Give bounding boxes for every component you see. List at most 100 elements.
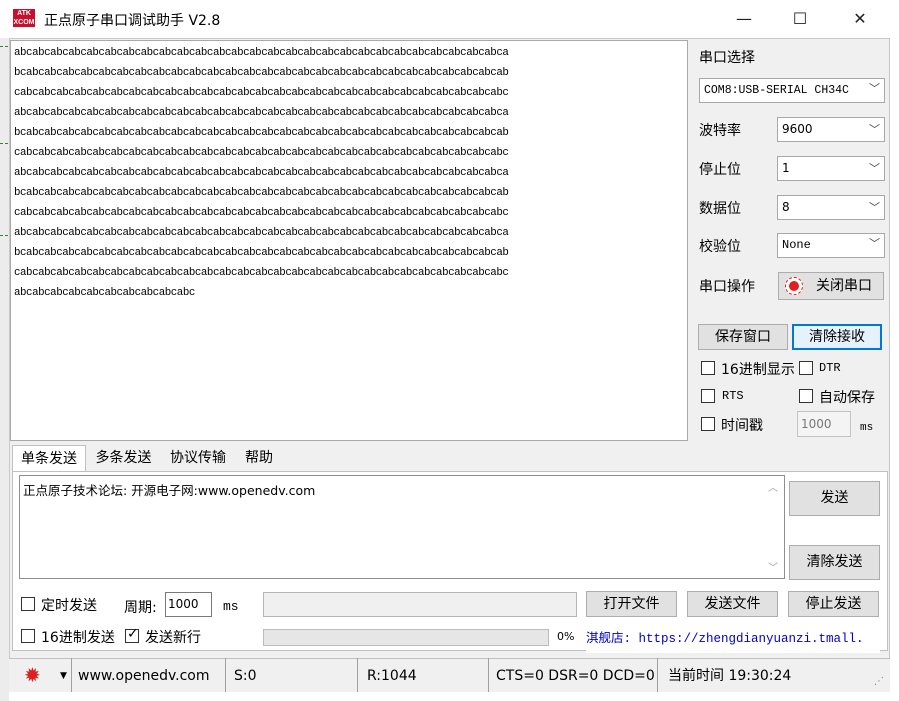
parity-label: 校验位 [699, 239, 741, 255]
shop-link[interactable]: 淇舰店: https://zhengdianyuanzi.tmall. [586, 627, 880, 653]
receive-line: abcabcabcabcabcabcabcabcabcabcabcabcabca… [14, 167, 509, 179]
parity-select[interactable]: None ﹀ [777, 233, 885, 258]
receive-line: bcabcabcabcabcabcabcabcabcabcabcabcabcab… [14, 187, 509, 199]
stop-send-label: 停止发送 [805, 596, 862, 612]
status-sent-count: S:0 [232, 658, 358, 692]
open-file-button[interactable]: 打开文件 [586, 591, 677, 617]
minimize-button[interactable]: — [721, 0, 767, 38]
data-bits-value: 8 [782, 200, 790, 214]
port-operation-label: 串口操作 [699, 279, 755, 295]
rts-checkbox[interactable] [701, 389, 715, 403]
save-window-button[interactable]: 保存窗口 [698, 324, 788, 350]
hex-send-checkbox[interactable] [21, 629, 35, 643]
status-lines: CTS=0 DSR=0 DCD=0 [494, 658, 658, 692]
tab-protocol[interactable]: 协议传输 [162, 445, 234, 472]
send-newline-checkbox[interactable] [125, 626, 139, 643]
timestamp-label: 时间戳 [721, 418, 763, 434]
data-bits-select[interactable]: 8 ﹀ [777, 195, 885, 220]
receive-line: abcabcabcabcabcabcabcabcabcabcabcabcabca… [14, 47, 509, 59]
chevron-down-icon: ﹀ [869, 123, 880, 136]
settings-menu[interactable]: ✹ ▼ [12, 658, 72, 692]
edge-mark [0, 235, 8, 236]
dtr-checkbox[interactable] [799, 361, 813, 375]
send-label: 发送 [820, 490, 849, 506]
timestamp-unit: ms [860, 422, 874, 434]
close-port-button[interactable]: 关闭串口 [778, 272, 884, 300]
chevron-down-icon: ﹀ [867, 79, 880, 102]
receive-line: cabcabcabcabcabcabcabcabcabcabcabcabcabc… [14, 207, 509, 219]
minimize-icon: — [736, 9, 752, 28]
status-received-count: R:1044 [365, 658, 489, 692]
timestamp-checkbox[interactable] [701, 417, 715, 431]
port-select-label: 串口选择 [699, 50, 755, 66]
auto-save-label: 自动保存 [819, 390, 875, 406]
receive-line: abcabcabcabcabcabcabcabcabcabc [14, 287, 195, 299]
app-logo-icon: ATK XCOM [13, 9, 35, 27]
maximize-button[interactable]: ☐ [777, 0, 823, 38]
timestamp-input[interactable]: 1000 [797, 411, 851, 437]
send-progress-text: 0% [557, 630, 575, 643]
logo-text-top: ATK [17, 10, 31, 17]
resize-grip-icon[interactable]: ⋰ [874, 676, 884, 687]
port-select[interactable]: COM8:USB-SERIAL CH34C ﹀ [699, 78, 885, 103]
chevron-down-icon: ﹀ [869, 162, 880, 175]
tab-multi-send[interactable]: 多条发送 [88, 445, 159, 472]
stop-bits-label: 停止位 [699, 162, 741, 178]
parity-value: None [782, 238, 811, 252]
chevron-down-icon: ﹀ [869, 239, 880, 251]
open-file-label: 打开文件 [603, 596, 660, 612]
scroll-down-icon[interactable]: ﹀ [768, 559, 778, 574]
clear-receive-button[interactable]: 清除接收 [792, 324, 882, 350]
scroll-up-icon[interactable]: ︿ [768, 479, 778, 494]
receive-textarea[interactable]: abcabcabcabcabcabcabcabcabcabcabcabcabca… [10, 40, 688, 441]
period-unit: ms [223, 599, 239, 614]
period-input[interactable]: 1000 [165, 592, 212, 617]
edge-mark [0, 46, 8, 47]
file-path-input[interactable] [263, 592, 577, 617]
status-website[interactable]: www.openedv.com [76, 658, 226, 692]
record-icon [785, 277, 803, 295]
gear-icon: ✹ [24, 663, 41, 687]
port-select-value: COM8:USB-SERIAL CH34C [704, 84, 849, 97]
send-file-label: 发送文件 [704, 596, 761, 612]
edge-mark [0, 143, 8, 144]
dropdown-arrow-icon: ▼ [60, 671, 67, 681]
receive-line: cabcabcabcabcabcabcabcabcabcabcabcabcabc… [14, 267, 509, 279]
receive-line: cabcabcabcabcabcabcabcabcabcabcabcabcabc… [14, 147, 509, 159]
timed-send-label: 定时发送 [41, 598, 97, 614]
baud-rate-select[interactable]: 9600 ﹀ [777, 117, 885, 142]
timed-send-checkbox[interactable] [21, 597, 35, 611]
close-button[interactable]: ✕ [837, 0, 883, 38]
tab-help[interactable]: 帮助 [236, 445, 282, 472]
send-progress-bar [263, 629, 549, 646]
record-dot [789, 281, 799, 291]
rts-label: RTS [722, 389, 744, 403]
clear-receive-label: 清除接收 [809, 329, 865, 345]
receive-line: abcabcabcabcabcabcabcabcabcabcabcabcabca… [14, 227, 509, 239]
receive-line: bcabcabcabcabcabcabcabcabcabcabcabcabcab… [14, 67, 509, 79]
send-scrollbar[interactable]: ︿ ﹀ [764, 477, 784, 577]
send-file-button[interactable]: 发送文件 [687, 591, 778, 617]
dtr-label: DTR [819, 361, 841, 375]
clear-send-label: 清除发送 [806, 554, 863, 570]
logo-text-bottom: XCOM [13, 19, 35, 26]
close-port-label: 关闭串口 [816, 278, 872, 294]
send-button[interactable]: 发送 [789, 481, 880, 516]
send-newline-label: 发送新行 [145, 630, 201, 646]
clear-send-button[interactable]: 清除发送 [789, 545, 880, 580]
auto-save-checkbox[interactable] [799, 389, 813, 403]
stop-send-button[interactable]: 停止发送 [788, 591, 879, 617]
maximize-icon: ☐ [792, 9, 808, 28]
background-window-edge [0, 38, 9, 701]
hex-display-checkbox[interactable] [701, 361, 715, 375]
tab-single-send[interactable]: 单条发送 [12, 445, 86, 472]
period-label: 周期: [124, 600, 157, 616]
baud-rate-value: 9600 [782, 122, 813, 136]
hex-send-label: 16进制发送 [41, 630, 115, 646]
chevron-down-icon: ﹀ [869, 201, 880, 214]
status-time: 当前时间 19:30:24 [668, 668, 792, 684]
stop-bits-select[interactable]: 1 ﹀ [777, 156, 885, 181]
receive-line: bcabcabcabcabcabcabcabcabcabcabcabcabcab… [14, 247, 509, 259]
hex-display-label: 16进制显示 [721, 362, 795, 378]
send-textarea[interactable]: 正点原子技术论坛: 开源电子网:www.openedv.com [19, 475, 785, 579]
